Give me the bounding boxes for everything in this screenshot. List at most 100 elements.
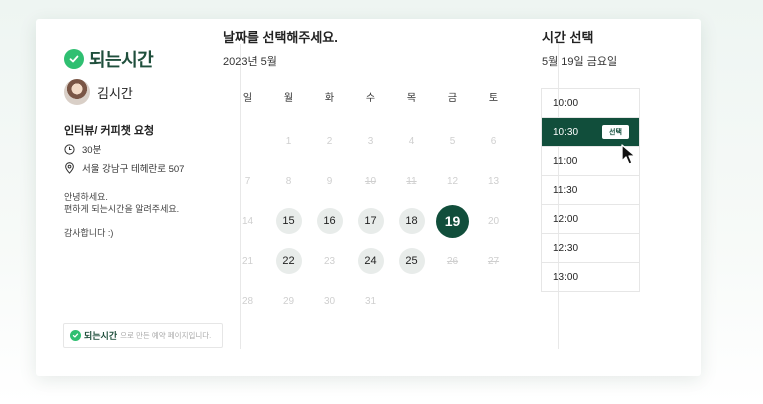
time-slot-label: 11:00 [553, 155, 578, 167]
time-slot[interactable]: 12:00 [542, 205, 639, 234]
day-number: 15 [275, 208, 302, 234]
time-slot-label: 13:00 [553, 271, 579, 283]
calendar-day: 5 [432, 121, 473, 161]
description-line: 편하게 되는시간을 알려주세요. [64, 204, 180, 214]
footer-text: 으로 만든 예약 페이지입니다. [120, 331, 212, 340]
calendar-day: 6 [473, 121, 514, 161]
calendar-day[interactable]: 24 [350, 241, 391, 281]
time-slot-label: 12:00 [553, 213, 579, 225]
event-title: 인터뷰/ 커피챗 요청 [64, 125, 155, 137]
location-text: 서울 강남구 테헤란로 507 [82, 164, 185, 175]
location-pin-icon [65, 162, 74, 174]
day-number [235, 128, 261, 154]
calendar-day[interactable]: 16 [309, 201, 350, 241]
day-number: 28 [241, 295, 254, 307]
time-slot-selected[interactable]: 10:30 선택 [542, 118, 639, 147]
calendar-day: 20 [473, 201, 514, 241]
calendar-day[interactable]: 18 [391, 201, 432, 241]
check-circle-icon [70, 330, 81, 341]
calendar-day [227, 121, 268, 161]
day-number: 27 [487, 255, 500, 267]
time-slot-label: 11:30 [553, 184, 578, 196]
calendar-day: 29 [268, 281, 309, 321]
calendar-day: 12 [432, 161, 473, 201]
calendar-day: 4 [391, 121, 432, 161]
calendar-day: 3 [350, 121, 391, 161]
day-number: 31 [364, 295, 377, 307]
description-line: 감사합니다 :) [64, 228, 114, 238]
mouse-pointer-icon [621, 144, 636, 165]
day-number: 18 [398, 208, 425, 234]
weekday-label: 토 [488, 93, 499, 104]
calendar-day: 23 [309, 241, 350, 281]
day-number: 7 [244, 175, 251, 187]
day-number: 6 [490, 135, 497, 147]
event-location: 서울 강남구 테헤란로 507 [64, 161, 184, 175]
weekday-header: 일 월 화 수 목 금 토 [227, 89, 514, 104]
calendar-day: 1 [268, 121, 309, 161]
time-slot-list: 10:00 10:30 선택 11:00 11:30 12:00 12:30 13:00 [541, 88, 640, 292]
day-number: 21 [241, 255, 254, 267]
clock-icon [64, 143, 75, 155]
day-number: 8 [285, 175, 292, 187]
selected-date-label: 5월 19일 금요일 [542, 56, 618, 68]
weekday-label: 일 [242, 93, 253, 104]
day-number: 29 [282, 295, 295, 307]
day-number: 30 [323, 295, 336, 307]
day-number: 24 [357, 248, 384, 274]
calendar-title: 날짜를 선택해주세요. [223, 30, 338, 45]
host-panel: 되는시간 김시간 인터뷰/ 커피챗 요청 30분 서울 강남구 테헤란로 507… [36, 19, 240, 376]
calendar-day: 28 [227, 281, 268, 321]
calendar-day-selected[interactable]: 19 [432, 201, 473, 241]
weekday-label: 금 [447, 93, 458, 104]
day-number: 25 [398, 248, 425, 274]
day-number: 4 [408, 135, 415, 147]
day-number: 5 [449, 135, 456, 147]
calendar-day[interactable]: 15 [268, 201, 309, 241]
calendar-day: 10 [350, 161, 391, 201]
day-number: 9 [326, 175, 333, 187]
avatar [64, 79, 90, 105]
calendar-day: 31 [350, 281, 391, 321]
weekday-label: 화 [324, 93, 335, 104]
calendar-grid: 1 2 3 4 5 6 7 8 9 10 11 12 13 14 15 16 17 18 19 20 21 22 23 24 2… [227, 121, 514, 321]
calendar-day: 14 [227, 201, 268, 241]
calendar-day: 26 [432, 241, 473, 281]
weekday-label: 수 [365, 93, 376, 104]
powered-by-badge[interactable]: 되는시간 으로 만든 예약 페이지입니다. [63, 323, 223, 348]
calendar-day: 13 [473, 161, 514, 201]
calendar-day: 2 [309, 121, 350, 161]
brand-name: 되는시간 [89, 50, 154, 70]
duration-text: 30분 [82, 145, 102, 156]
description-line: 안녕하세요. [64, 192, 108, 202]
day-number: 14 [241, 215, 254, 227]
day-number: 16 [316, 208, 343, 234]
day-number: 20 [487, 215, 500, 227]
day-number: 2 [326, 135, 333, 147]
calendar-day[interactable]: 25 [391, 241, 432, 281]
select-time-button[interactable]: 선택 [602, 125, 629, 139]
time-slot[interactable]: 11:30 [542, 176, 639, 205]
calendar-day: 9 [309, 161, 350, 201]
host-profile: 김시간 [64, 79, 133, 105]
event-duration: 30분 [64, 142, 101, 156]
calendar-day: 7 [227, 161, 268, 201]
calendar-day[interactable]: 17 [350, 201, 391, 241]
day-number: 12 [446, 175, 459, 187]
time-slot-label: 10:00 [553, 97, 579, 109]
time-slot[interactable]: 13:00 [542, 263, 639, 292]
calendar-day: 21 [227, 241, 268, 281]
day-number: 23 [323, 255, 336, 267]
day-number: 3 [367, 135, 374, 147]
time-panel-title: 시간 선택 [542, 30, 594, 45]
day-number: 26 [446, 255, 459, 267]
time-slot[interactable]: 10:00 [542, 89, 639, 118]
calendar-day: 30 [309, 281, 350, 321]
calendar-day[interactable]: 22 [268, 241, 309, 281]
brand-logo[interactable]: 되는시간 [64, 46, 154, 72]
day-number: 19 [436, 204, 469, 238]
time-slot-label: 12:30 [553, 242, 579, 254]
time-slot[interactable]: 12:30 [542, 234, 639, 263]
host-name: 김시간 [97, 85, 133, 101]
footer-brand: 되는시간 [84, 331, 118, 341]
